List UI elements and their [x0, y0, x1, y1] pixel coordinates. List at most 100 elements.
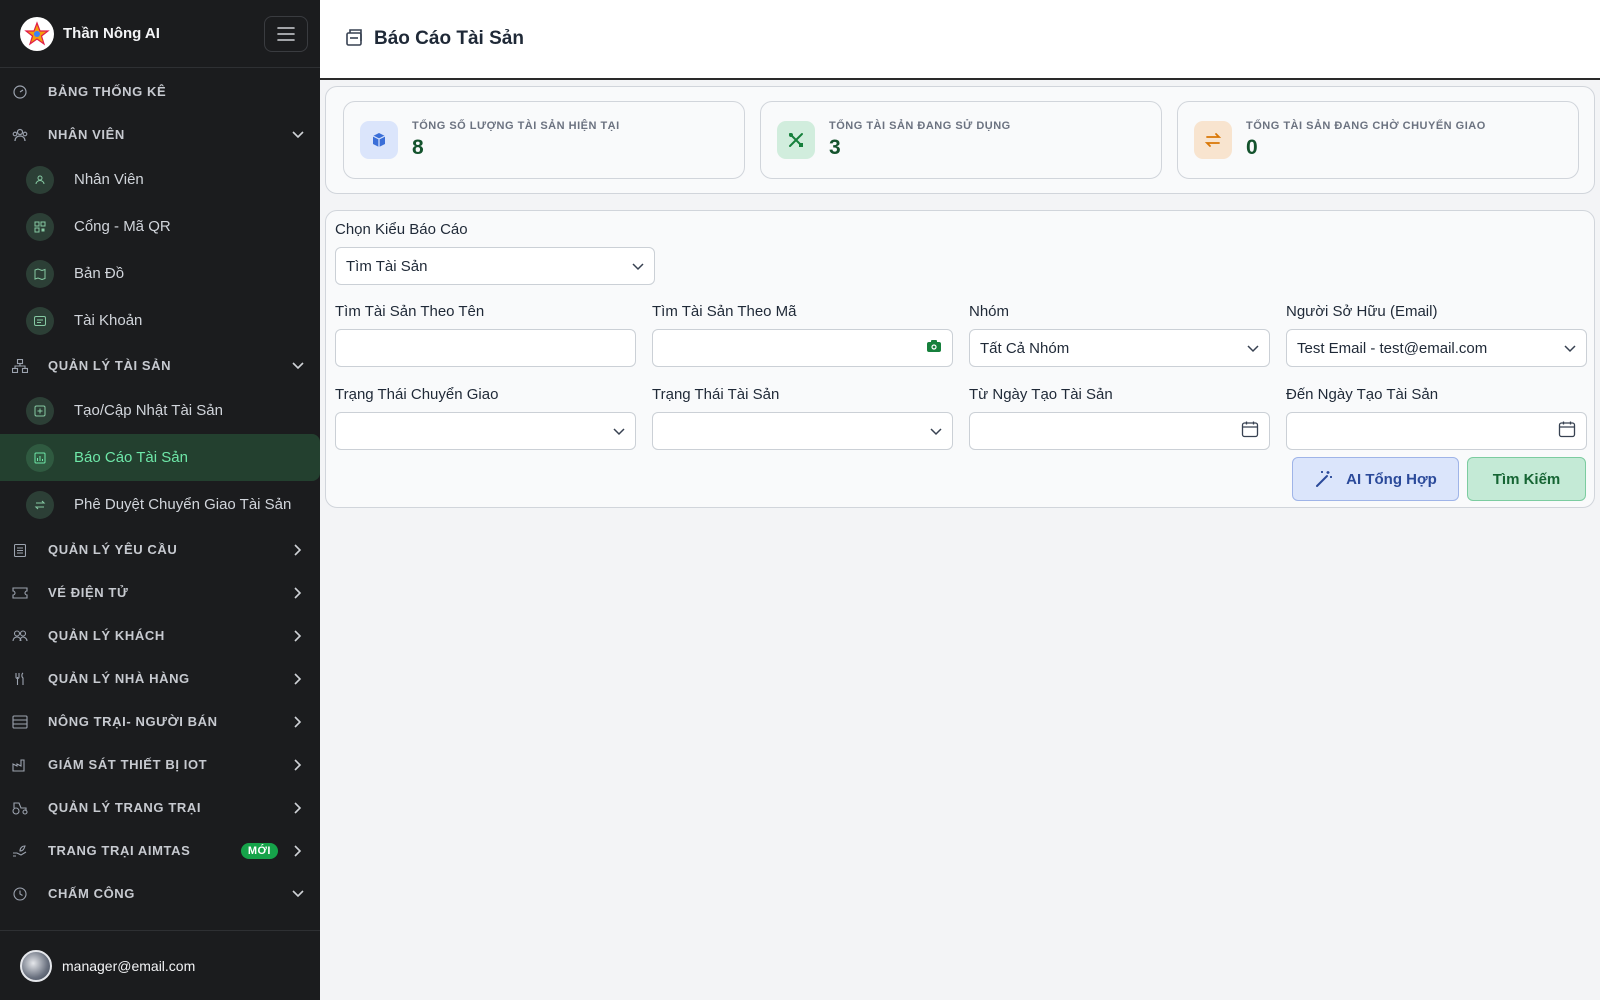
- transfer-status-select[interactable]: [335, 412, 636, 450]
- sidebar-section-guests[interactable]: QUẢN LÝ KHÁCH: [0, 614, 320, 657]
- calendar-icon[interactable]: [1558, 420, 1576, 442]
- sidebar-item-accounts[interactable]: Tài Khoản: [0, 297, 320, 344]
- code-search-input[interactable]: [652, 329, 953, 367]
- sidebar-section-label: BẢNG THỐNG KÊ: [48, 84, 167, 99]
- camera-icon[interactable]: [926, 339, 942, 357]
- chevron-right-icon: [290, 671, 306, 687]
- sidebar-item-label: Báo Cáo Tài Sản: [74, 449, 188, 466]
- owner-select[interactable]: Test Email - test@email.com: [1286, 329, 1587, 367]
- sidebar-item-label: Bản Đồ: [74, 265, 125, 282]
- ai-summary-button[interactable]: AI Tổng Hợp: [1292, 457, 1459, 501]
- team-icon: [12, 127, 28, 143]
- page-header: Báo Cáo Tài Sản: [320, 0, 1600, 80]
- sidebar-section-assets[interactable]: QUẢN LÝ TÀI SẢN: [0, 344, 320, 387]
- box-icon: [360, 121, 398, 159]
- chevron-right-icon: [290, 714, 306, 730]
- store-icon: [12, 714, 28, 730]
- chevron-down-icon: [1564, 340, 1576, 357]
- factory-icon: [12, 757, 28, 773]
- user-panel[interactable]: manager@email.com: [0, 930, 320, 1000]
- chevron-right-icon: [290, 542, 306, 558]
- sidebar-item-qr-gate[interactable]: Cổng - Mã QR: [0, 203, 320, 250]
- sidebar-section-label: QUẢN LÝ TRANG TRẠI: [48, 800, 202, 815]
- sidebar-item-label: Cổng - Mã QR: [74, 218, 171, 235]
- sidebar-section-requests[interactable]: QUẢN LÝ YÊU CẦU: [0, 528, 320, 571]
- stat-title: TỔNG TÀI SẢN ĐANG SỬ DỤNG: [829, 120, 1011, 132]
- asset-status-select[interactable]: [652, 412, 953, 450]
- magic-wand-icon: [1314, 469, 1334, 489]
- swap-icon: [26, 490, 54, 519]
- sidebar-section-attendance[interactable]: CHẤM CÔNG: [0, 872, 320, 915]
- report-type-select[interactable]: Tìm Tài Sản: [335, 247, 655, 285]
- sidebar-section-label: NÔNG TRẠI- NGƯỜI BÁN: [48, 714, 218, 729]
- swap-icon: [1194, 121, 1232, 159]
- brand-bar: Thần Nông AI: [0, 0, 320, 68]
- code-search-label: Tìm Tài Sản Theo Mã: [652, 303, 797, 320]
- sidebar-section-dashboard[interactable]: BẢNG THỐNG KÊ: [0, 70, 320, 113]
- sidebar-item-create-asset[interactable]: Tạo/Cập Nhật Tài Sản: [0, 387, 320, 434]
- sidebar-section-farm[interactable]: QUẢN LÝ TRANG TRẠI: [0, 786, 320, 829]
- chevron-right-icon: [290, 843, 306, 859]
- from-date-input[interactable]: [969, 412, 1270, 450]
- tractor-icon: [12, 800, 28, 816]
- chevron-down-icon: [1247, 340, 1259, 357]
- sidebar-section-iot[interactable]: GIÁM SÁT THIẾT BỊ IOT: [0, 743, 320, 786]
- group-value: Tất Cả Nhóm: [980, 339, 1070, 357]
- sidebar-section-label: NHÂN VIÊN: [48, 127, 125, 142]
- avatar[interactable]: [20, 949, 52, 982]
- stats-panel: TỔNG SỐ LƯỢNG TÀI SẢN HIỆN TẠI 8 TỔNG TÀ…: [325, 86, 1595, 194]
- chevron-down-icon: [290, 358, 306, 374]
- sidebar-section-farm-seller[interactable]: NÔNG TRẠI- NGƯỜI BÁN: [0, 700, 320, 743]
- chevron-right-icon: [290, 628, 306, 644]
- map-icon: [26, 259, 54, 288]
- hierarchy-icon: [12, 358, 28, 374]
- stat-card-total: TỔNG SỐ LƯỢNG TÀI SẢN HIỆN TẠI 8: [343, 101, 745, 179]
- sidebar-section-label: VÉ ĐIỆN TỬ: [48, 585, 129, 600]
- sidebar-item-label: Tạo/Cập Nhật Tài Sản: [74, 402, 223, 419]
- name-search-label: Tìm Tài Sản Theo Tên: [335, 303, 485, 320]
- brand-logo-icon[interactable]: [20, 16, 54, 51]
- asset-status-label: Trạng Thái Tài Sản: [652, 386, 780, 403]
- sidebar-section-restaurant[interactable]: QUẢN LÝ NHÀ HÀNG: [0, 657, 320, 700]
- sidebar-section-label: TRANG TRẠI AIMTAS: [48, 843, 191, 858]
- chevron-right-icon: [290, 800, 306, 816]
- qr-code-icon: [26, 212, 54, 241]
- cutlery-icon: [12, 671, 28, 687]
- group-select[interactable]: Tất Cả Nhóm: [969, 329, 1270, 367]
- sidebar-nav: BẢNG THỐNG KÊ NHÂN VIÊN Nhân Viên Cổng -…: [0, 68, 320, 915]
- stat-value: 0: [1246, 136, 1258, 159]
- stat-card-in-use: TỔNG TÀI SẢN ĐANG SỬ DỤNG 3: [760, 101, 1162, 179]
- stat-value: 8: [412, 136, 424, 159]
- to-date-label: Đến Ngày Tạo Tài Sản: [1286, 386, 1439, 403]
- search-button[interactable]: Tìm Kiếm: [1467, 457, 1586, 501]
- sidebar-item-map[interactable]: Bản Đồ: [0, 250, 320, 297]
- from-date-label: Từ Ngày Tạo Tài Sản: [969, 386, 1113, 403]
- sidebar-item-label: Phê Duyệt Chuyển Giao Tài Sản: [74, 496, 292, 513]
- clipboard-icon: [12, 542, 28, 558]
- id-card-icon: [26, 306, 54, 335]
- sidebar-section-label: CHẤM CÔNG: [48, 886, 136, 901]
- sidebar-item-transfer-approval[interactable]: Phê Duyệt Chuyển Giao Tài Sản: [0, 481, 320, 528]
- chevron-down-icon: [290, 886, 306, 902]
- sidebar-section-employees[interactable]: NHÂN VIÊN: [0, 113, 320, 156]
- chevron-down-icon: [632, 258, 644, 275]
- chevron-down-icon: [930, 423, 942, 440]
- group-label: Nhóm: [969, 303, 1010, 320]
- brand-name: Thần Nông AI: [63, 25, 160, 42]
- bar-chart-icon: [26, 443, 54, 472]
- sidebar-item-asset-report[interactable]: Báo Cáo Tài Sản: [0, 434, 320, 481]
- sidebar-section-e-tickets[interactable]: VÉ ĐIỆN TỬ: [0, 571, 320, 614]
- sidebar-section-label: QUẢN LÝ TÀI SẢN: [48, 358, 172, 373]
- report-type-label: Chọn Kiểu Báo Cáo: [335, 221, 468, 238]
- sidebar-section-label: QUẢN LÝ KHÁCH: [48, 628, 165, 643]
- user-email: manager@email.com: [62, 957, 196, 974]
- sidebar-section-aimtas[interactable]: TRANG TRẠI AIMTAS MỚI: [0, 829, 320, 872]
- chevron-down-icon: [290, 127, 306, 143]
- name-search-input[interactable]: [335, 329, 636, 367]
- transfer-status-label: Trạng Thái Chuyển Giao: [335, 386, 499, 403]
- chevron-right-icon: [290, 585, 306, 601]
- menu-toggle-button[interactable]: [264, 15, 308, 52]
- calendar-icon[interactable]: [1241, 420, 1259, 442]
- sidebar-item-employees[interactable]: Nhân Viên: [0, 156, 320, 203]
- to-date-input[interactable]: [1286, 412, 1587, 450]
